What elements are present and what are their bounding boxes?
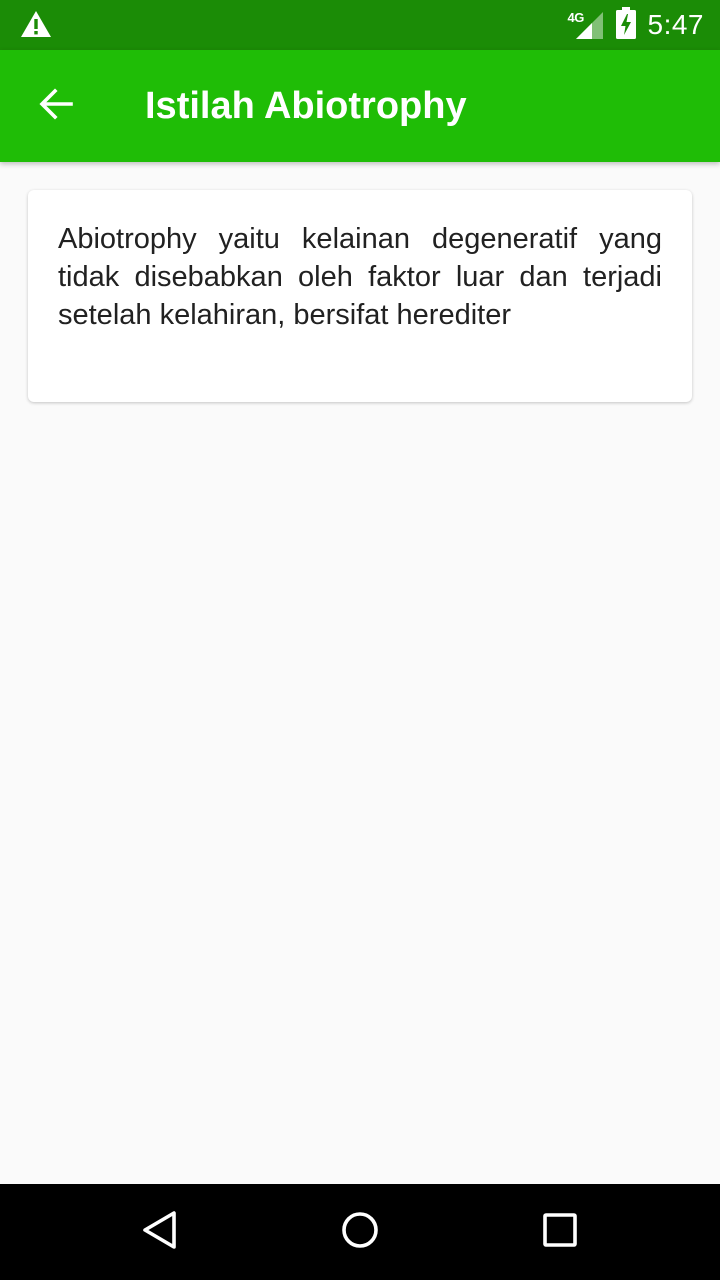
recents-square-icon xyxy=(540,1210,580,1255)
nav-home-button[interactable] xyxy=(332,1204,388,1260)
signal-icon: 4G xyxy=(568,10,604,40)
app-bar: Istilah Abiotrophy xyxy=(0,50,720,162)
status-bar: 4G 5:47 xyxy=(0,0,720,50)
arrow-back-icon xyxy=(38,86,74,127)
back-button[interactable] xyxy=(30,80,82,132)
clock-time: 5:47 xyxy=(647,9,704,40)
navigation-bar xyxy=(0,1184,720,1280)
nav-back-button[interactable] xyxy=(132,1204,188,1260)
back-triangle-icon xyxy=(140,1210,180,1255)
definition-card: Abiotrophy yaitu kelainan degeneratif ya… xyxy=(28,190,692,402)
page-title: Istilah Abiotrophy xyxy=(145,85,467,127)
definition-text: Abiotrophy yaitu kelainan degeneratif ya… xyxy=(58,223,662,331)
nav-recents-button[interactable] xyxy=(532,1204,588,1260)
home-circle-icon xyxy=(340,1210,380,1255)
battery-charging-icon xyxy=(615,6,636,44)
warning-icon xyxy=(20,10,52,43)
